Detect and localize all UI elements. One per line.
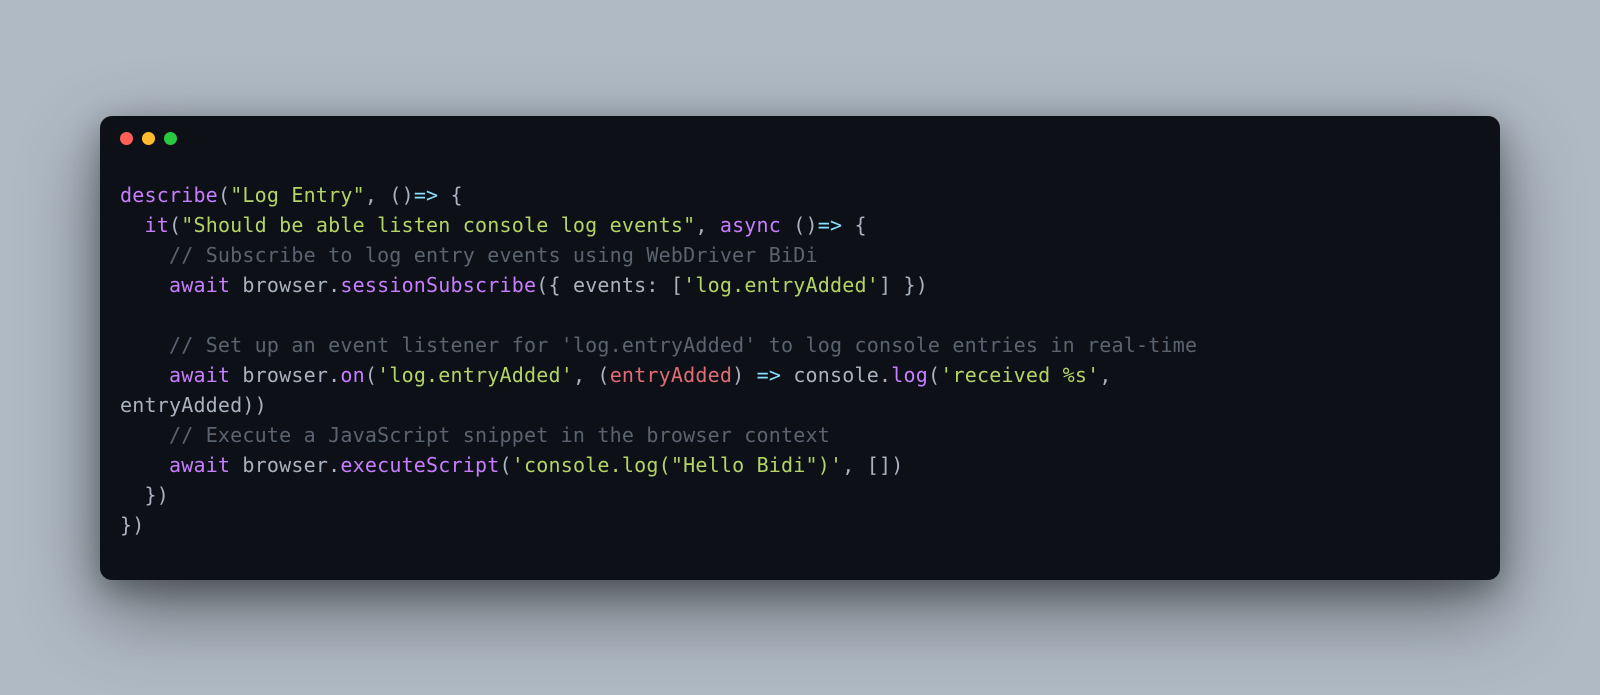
code-line: // Execute a JavaScript snippet in the b… [120, 420, 1480, 450]
code-line: await browser.executeScript('console.log… [120, 450, 1480, 480]
token-method: log [891, 363, 928, 387]
token-identifier: entryAdded)) [120, 393, 267, 417]
code-line: }) [120, 480, 1480, 510]
token-brace: { [438, 183, 462, 207]
window-titlebar [100, 116, 1500, 162]
code-line: await browser.on('log.entryAdded', (entr… [120, 360, 1480, 390]
token-brace: }) [144, 483, 168, 507]
token-punctuation: , [1099, 363, 1123, 387]
token-parens: () [793, 213, 817, 237]
maximize-icon[interactable] [164, 132, 177, 145]
token-brace: }) [120, 513, 144, 537]
code-line: await browser.sessionSubscribe({ events:… [120, 270, 1480, 300]
token-method: sessionSubscribe [340, 273, 536, 297]
token-arrow: => [414, 183, 438, 207]
token-parameter: entryAdded [610, 363, 732, 387]
code-line: // Subscribe to log entry events using W… [120, 240, 1480, 270]
token-punctuation: , [365, 183, 389, 207]
token-punctuation: , ( [573, 363, 610, 387]
token-punctuation: ) [732, 363, 756, 387]
token-comment: // Subscribe to log entry events using W… [169, 243, 818, 267]
token-punctuation: ( [365, 363, 377, 387]
close-icon[interactable] [120, 132, 133, 145]
code-line [120, 300, 1480, 330]
token-punctuation: ( [218, 183, 230, 207]
token-comment: // Set up an event listener for 'log.ent… [169, 333, 1197, 357]
token-keyword: async [720, 213, 781, 237]
token-method: executeScript [340, 453, 499, 477]
token-punctuation [781, 213, 793, 237]
token-arrow: => [757, 363, 781, 387]
token-object: console. [781, 363, 891, 387]
token-punctuation: ({ [536, 273, 573, 297]
code-line: entryAdded)) [120, 390, 1480, 420]
code-line: it("Should be able listen console log ev… [120, 210, 1480, 240]
token-string: 'log.entryAdded' [683, 273, 879, 297]
token-keyword: await [169, 453, 230, 477]
token-keyword: await [169, 273, 230, 297]
token-punctuation: , []) [842, 453, 903, 477]
token-punctuation: ( [928, 363, 940, 387]
token-function: describe [120, 183, 218, 207]
code-line: describe("Log Entry", ()=> { [120, 180, 1480, 210]
token-string: 'log.entryAdded' [377, 363, 573, 387]
token-function: it [144, 213, 168, 237]
token-comment: // Execute a JavaScript snippet in the b… [169, 423, 830, 447]
token-punctuation: : [ [646, 273, 683, 297]
minimize-icon[interactable] [142, 132, 155, 145]
token-punctuation: ] }) [879, 273, 928, 297]
token-property: events [573, 273, 646, 297]
token-punctuation: , [695, 213, 719, 237]
token-object: browser. [230, 453, 340, 477]
token-brace: { [842, 213, 866, 237]
token-string: 'received %s' [940, 363, 1099, 387]
token-punctuation: ( [169, 213, 181, 237]
token-parens: () [389, 183, 413, 207]
code-editor-window: describe("Log Entry", ()=> { it("Should … [100, 116, 1500, 580]
token-string: "Log Entry" [230, 183, 365, 207]
code-line: // Set up an event listener for 'log.ent… [120, 330, 1480, 360]
token-keyword: await [169, 363, 230, 387]
token-string: 'console.log("Hello Bidi")' [512, 453, 843, 477]
token-arrow: => [818, 213, 842, 237]
code-line: }) [120, 510, 1480, 540]
token-method: on [340, 363, 364, 387]
code-content: describe("Log Entry", ()=> { it("Should … [100, 162, 1500, 580]
token-punctuation: ( [500, 453, 512, 477]
token-object: browser. [230, 363, 340, 387]
token-string: "Should be able listen console log event… [181, 213, 695, 237]
token-object: browser. [230, 273, 340, 297]
